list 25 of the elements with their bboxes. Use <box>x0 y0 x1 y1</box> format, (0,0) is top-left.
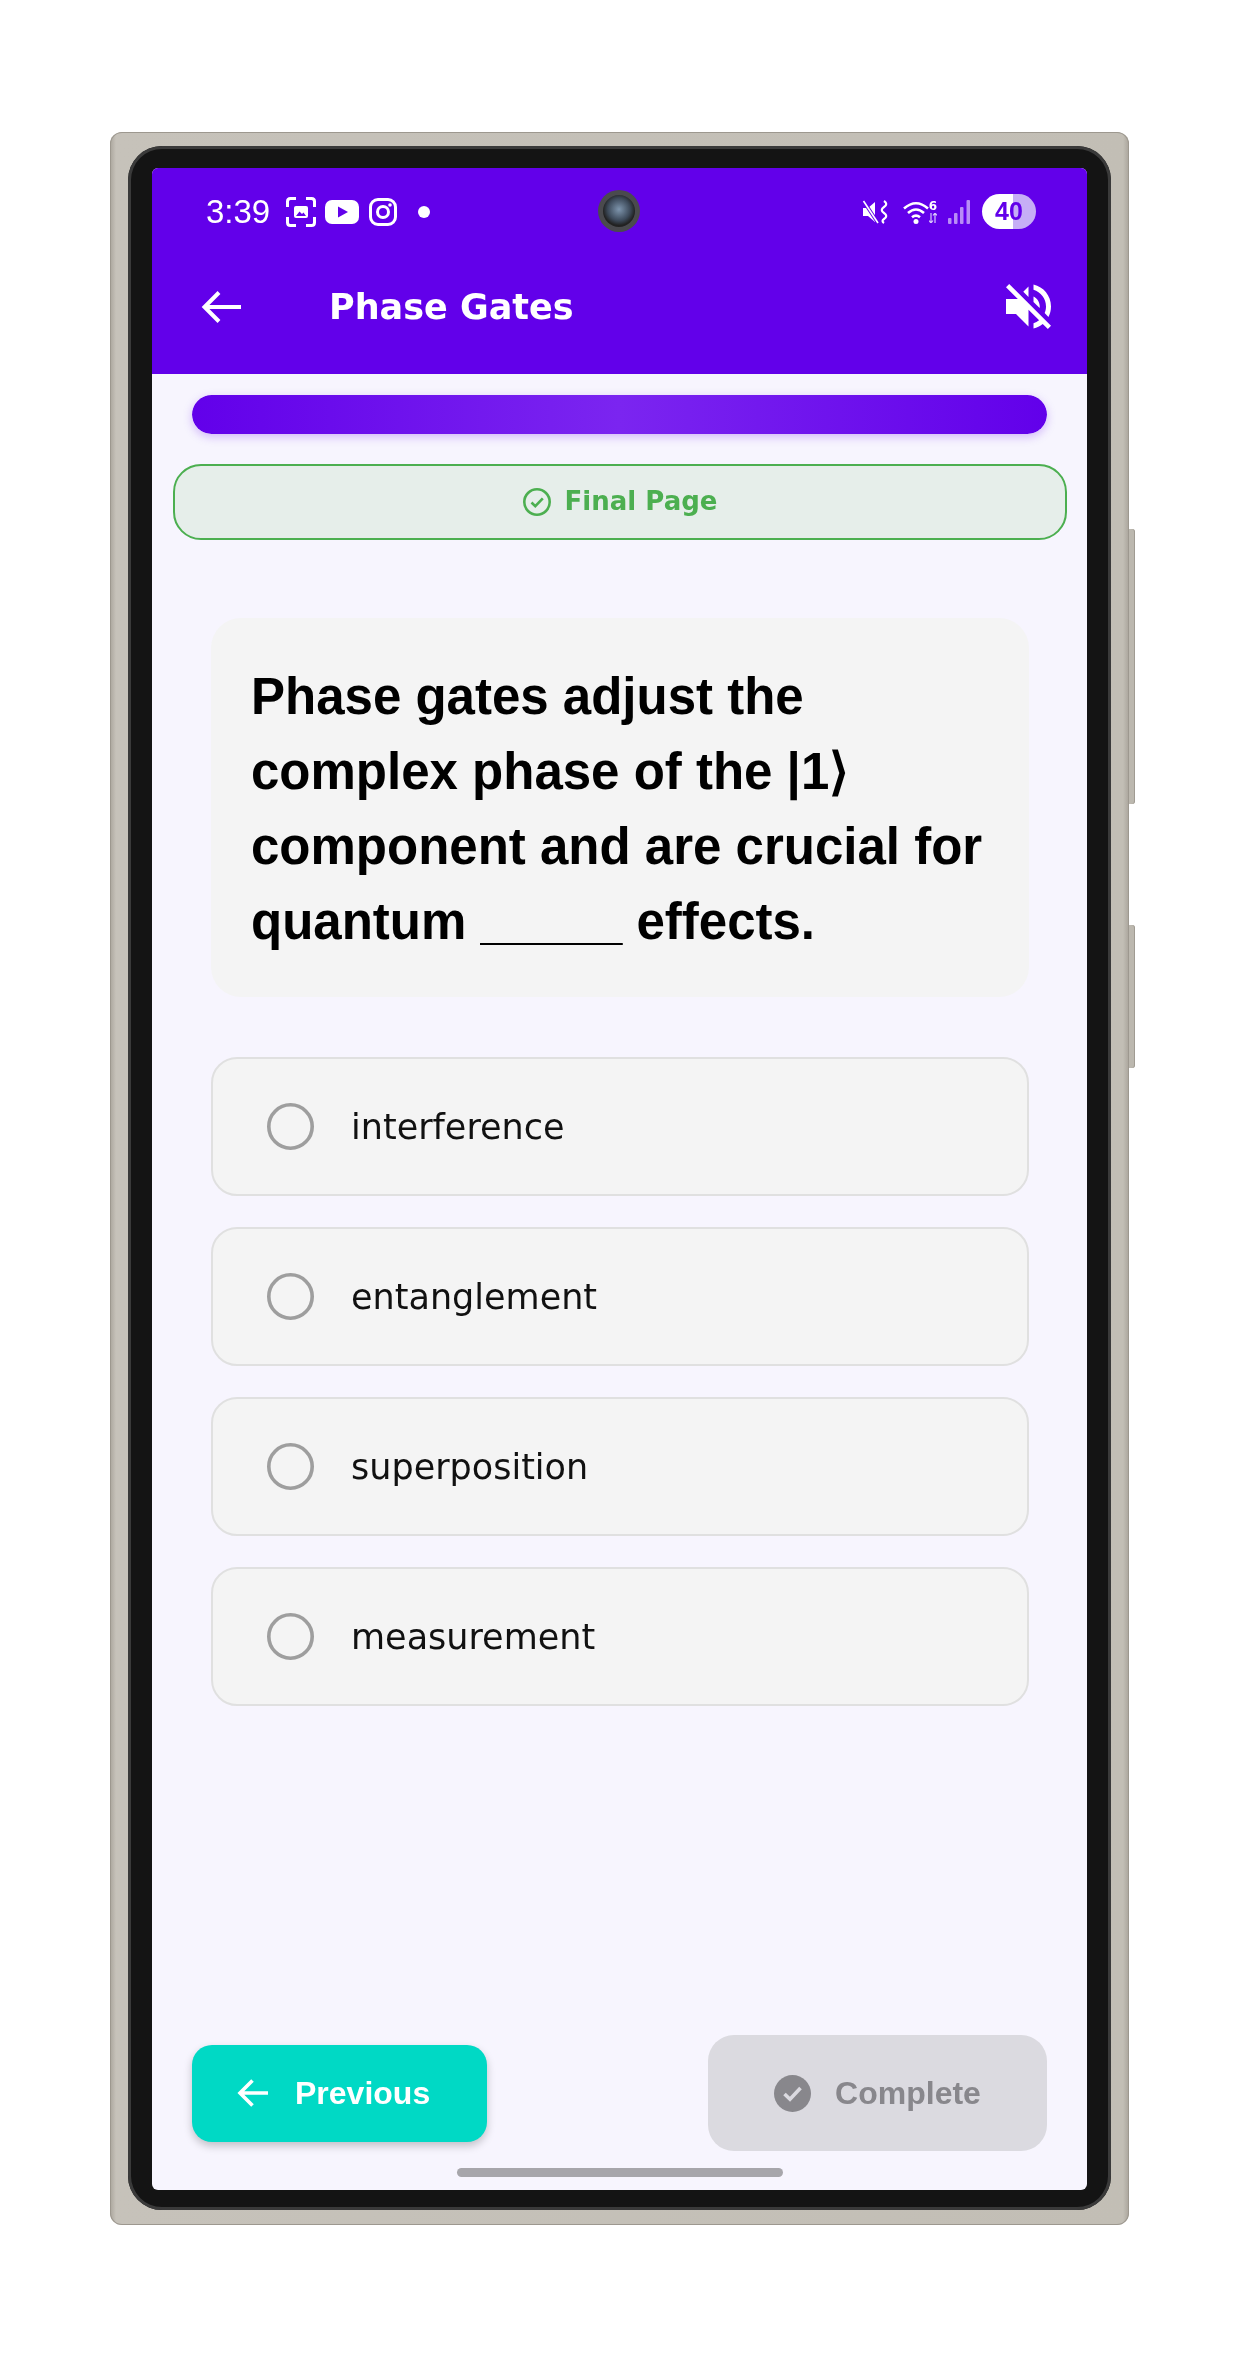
camera-icon <box>369 197 398 226</box>
check-circle-icon <box>522 488 551 516</box>
arrow-left-icon <box>237 2079 268 2107</box>
signal-icon <box>948 199 970 224</box>
check-circle-icon <box>774 2074 812 2112</box>
app-bar-title: Phase Gates <box>329 285 574 328</box>
play-icon <box>325 199 360 224</box>
image-frame-icon <box>286 196 317 227</box>
wifi-standard-label: 6 <box>928 200 938 212</box>
data-arrows-icon <box>929 213 937 223</box>
answer-option[interactable]: measurement <box>211 1567 1029 1706</box>
wifi-icon <box>903 199 929 224</box>
question-text: Phase gates adjust the complex phase of the |1⟩ component and are crucial for quantum _____ effects. <box>251 667 984 952</box>
status-time: 3:39 <box>206 195 271 228</box>
notification-dot-icon <box>418 205 431 218</box>
sound-muted-icon <box>862 197 890 226</box>
battery-level: 40 <box>982 194 1036 229</box>
banner-label: Final Page <box>564 486 718 518</box>
back-button[interactable] <box>201 289 241 324</box>
front-camera-icon <box>598 190 640 232</box>
answer-option[interactable]: interference <box>211 1057 1029 1196</box>
speaker-muted-icon[interactable] <box>1006 284 1051 329</box>
arrow-left-icon <box>201 289 241 324</box>
answer-option[interactable]: entanglement <box>211 1227 1029 1366</box>
answer-option[interactable]: superposition <box>211 1397 1029 1536</box>
